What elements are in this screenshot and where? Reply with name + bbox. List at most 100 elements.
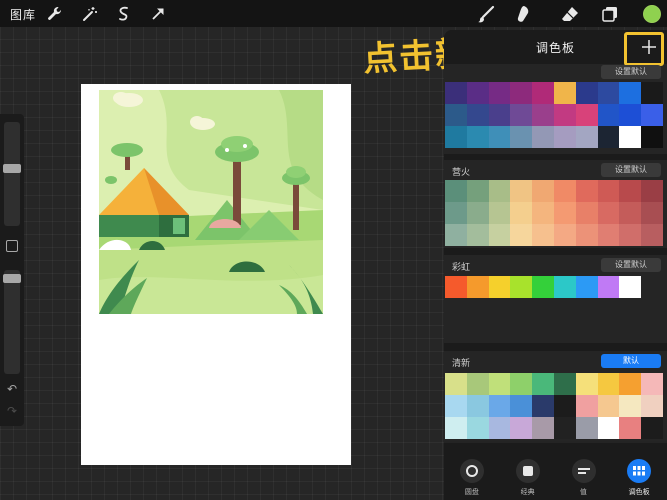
color-swatch[interactable]: [575, 395, 598, 417]
color-swatch[interactable]: [641, 373, 663, 395]
undo-icon[interactable]: ↶: [4, 382, 20, 396]
color-swatch[interactable]: [641, 180, 663, 202]
color-swatch[interactable]: [466, 202, 489, 224]
selection-icon[interactable]: [114, 4, 134, 24]
color-swatch[interactable]: [488, 180, 511, 202]
color-swatch[interactable]: [510, 202, 533, 224]
color-swatch[interactable]: [575, 417, 598, 439]
color-swatch[interactable]: [641, 202, 663, 224]
set-default-button[interactable]: 设置默认: [601, 65, 661, 79]
color-swatch[interactable]: [575, 180, 598, 202]
color-swatch[interactable]: [597, 104, 620, 126]
color-swatch[interactable]: [488, 395, 511, 417]
color-swatch[interactable]: [597, 180, 620, 202]
color-swatch[interactable]: [510, 126, 533, 148]
tab-value[interactable]: 值: [556, 452, 612, 500]
artwork-illustration[interactable]: [99, 90, 323, 314]
modify-square-button[interactable]: [6, 240, 18, 252]
color-swatch[interactable]: [532, 126, 554, 148]
opacity-handle[interactable]: [3, 274, 21, 283]
color-swatch[interactable]: [510, 417, 533, 439]
color-swatch[interactable]: [532, 202, 554, 224]
color-swatch[interactable]: [532, 104, 554, 126]
eraser-icon[interactable]: [560, 4, 580, 24]
color-swatch[interactable]: [510, 224, 533, 246]
tab-classic[interactable]: 经典: [500, 452, 556, 500]
brush-size-handle[interactable]: [3, 164, 21, 173]
color-swatch[interactable]: [575, 224, 598, 246]
color-swatch[interactable]: [619, 224, 642, 246]
color-swatch[interactable]: [466, 82, 489, 104]
tab-palettes[interactable]: 调色板: [611, 452, 667, 500]
color-swatch[interactable]: [619, 180, 642, 202]
color-swatch[interactable]: [597, 126, 620, 148]
color-swatch[interactable]: [445, 180, 467, 202]
color-swatch[interactable]: [553, 126, 576, 148]
color-swatch[interactable]: [619, 82, 642, 104]
color-swatch[interactable]: [553, 104, 576, 126]
color-swatch[interactable]: [510, 82, 533, 104]
color-swatch[interactable]: [466, 373, 489, 395]
set-default-button[interactable]: 设置默认: [601, 163, 661, 177]
color-swatch[interactable]: [466, 276, 489, 298]
color-swatch[interactable]: [597, 417, 620, 439]
color-swatch[interactable]: [510, 180, 533, 202]
color-swatch[interactable]: [488, 373, 511, 395]
color-swatch[interactable]: [619, 417, 642, 439]
color-swatch[interactable]: [488, 126, 511, 148]
color-swatch[interactable]: [575, 126, 598, 148]
brush-size-slider[interactable]: [3, 122, 21, 226]
color-swatch[interactable]: [445, 276, 467, 298]
color-swatch[interactable]: [488, 82, 511, 104]
color-swatch[interactable]: [488, 276, 511, 298]
color-swatch[interactable]: [597, 373, 620, 395]
color-swatch[interactable]: [445, 202, 467, 224]
magic-wand-icon[interactable]: [80, 4, 100, 24]
opacity-slider[interactable]: [3, 270, 21, 374]
color-swatch[interactable]: [488, 417, 511, 439]
color-swatch[interactable]: [641, 395, 663, 417]
color-swatch[interactable]: [510, 276, 533, 298]
color-swatch[interactable]: [619, 395, 642, 417]
smudge-icon[interactable]: [512, 4, 532, 24]
color-swatch[interactable]: [641, 417, 663, 439]
color-swatch[interactable]: [575, 202, 598, 224]
color-swatch[interactable]: [575, 82, 598, 104]
layers-icon[interactable]: [600, 4, 620, 24]
redo-icon[interactable]: ↷: [4, 404, 20, 418]
color-swatch[interactable]: [532, 417, 554, 439]
color-swatch[interactable]: [532, 180, 554, 202]
default-badge-button[interactable]: 默认: [601, 354, 661, 368]
color-swatch[interactable]: [641, 126, 663, 148]
color-swatch[interactable]: [553, 417, 576, 439]
color-swatch[interactable]: [466, 180, 489, 202]
color-swatch[interactable]: [619, 373, 642, 395]
color-swatch[interactable]: [466, 395, 489, 417]
palette-card[interactable]: 清新 默认: [444, 351, 667, 443]
set-default-button[interactable]: 设置默认: [601, 258, 661, 272]
color-swatch[interactable]: [466, 104, 489, 126]
color-swatch[interactable]: [553, 276, 576, 298]
brush-icon[interactable]: [476, 4, 496, 24]
color-swatch[interactable]: [466, 417, 489, 439]
color-swatch[interactable]: [510, 373, 533, 395]
current-color-swatch[interactable]: [643, 5, 661, 23]
color-swatch[interactable]: [488, 104, 511, 126]
color-swatch[interactable]: [575, 276, 598, 298]
color-swatch[interactable]: [532, 82, 554, 104]
color-swatch[interactable]: [553, 180, 576, 202]
color-swatch[interactable]: [597, 202, 620, 224]
transform-arrow-icon[interactable]: [148, 4, 168, 24]
color-swatch[interactable]: [445, 417, 467, 439]
palette-card[interactable]: 彩虹 设置默认: [444, 255, 667, 343]
color-swatch[interactable]: [445, 126, 467, 148]
color-swatch[interactable]: [510, 395, 533, 417]
color-swatch[interactable]: [575, 104, 598, 126]
color-swatch[interactable]: [445, 224, 467, 246]
color-swatch[interactable]: [445, 395, 467, 417]
color-swatch[interactable]: [445, 104, 467, 126]
color-swatch[interactable]: [445, 82, 467, 104]
color-swatch[interactable]: [532, 395, 554, 417]
color-swatch[interactable]: [597, 395, 620, 417]
color-swatch[interactable]: [553, 82, 576, 104]
